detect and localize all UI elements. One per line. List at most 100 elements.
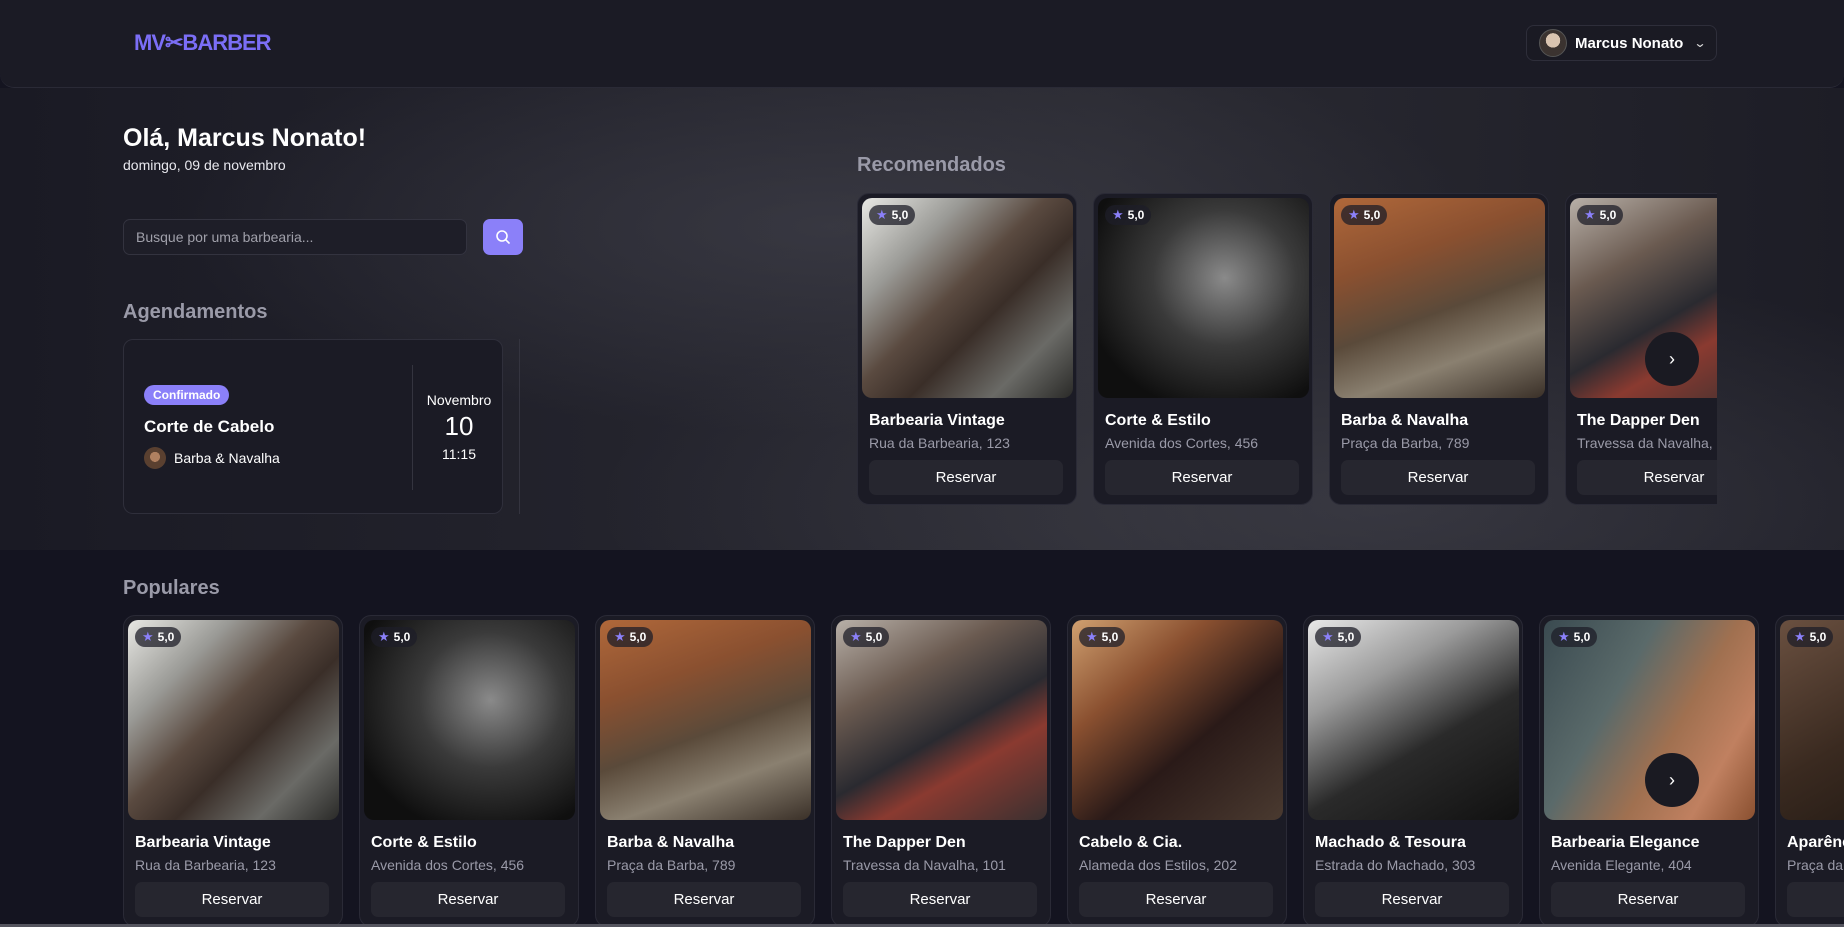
chevron-down-icon: ⌄ [1693, 36, 1707, 50]
popular-section-title: Populares [123, 577, 220, 599]
rating-badge: ★ 5,0 [1577, 205, 1624, 225]
barbershop-card[interactable]: ★ 5,0 Barbearia Vintage Rua da Barbearia,… [123, 615, 343, 927]
barbershop-address: Estrada do Machado, 303 [1315, 857, 1476, 873]
divider [412, 365, 413, 490]
barbershop-photo [1780, 620, 1844, 820]
rating-value: 5,0 [1101, 630, 1119, 644]
barbershop-photo [364, 620, 575, 820]
reserve-button[interactable]: Reservar [1315, 882, 1509, 917]
barbershop-photo [1334, 198, 1545, 398]
user-avatar [1539, 29, 1567, 57]
barbershop-name: Corte & Estilo [1105, 412, 1211, 429]
carousel-next-button[interactable]: › [1645, 753, 1699, 807]
rating-value: 5,0 [393, 630, 411, 644]
barbershop-photo [836, 620, 1047, 820]
barbershop-card[interactable]: ★5,0 Aparência Impecável Praça da Aparên… [1775, 615, 1844, 927]
barbershop-card[interactable]: ★ 5,0 Corte & Estilo Avenida dos Cortes, … [1093, 193, 1313, 505]
status-badge: Confirmado [144, 385, 230, 405]
star-icon: ★ [1584, 207, 1596, 222]
rating-value: 5,0 [157, 630, 175, 644]
star-icon: ★ [378, 629, 390, 644]
barbershop-address: Travessa da Navalha, 101 [1577, 435, 1717, 451]
rating-badge: ★ 5,0 [607, 627, 654, 647]
recommended-section-title: Recomendados [857, 154, 1006, 176]
reserve-button[interactable]: Reservar [843, 882, 1037, 917]
rating-value: 5,0 [1337, 630, 1355, 644]
booking-month: Novembro [426, 392, 492, 408]
barbershop-card[interactable]: ★ 5,0 Barbearia Vintage Rua da Barbearia,… [857, 193, 1077, 505]
booking-card[interactable]: Confirmado Corte de Cabelo Barba & Naval… [123, 339, 503, 514]
rating-badge: ★ 5,0 [1079, 627, 1126, 647]
barbershop-card[interactable]: ★ 5,0 The Dapper Den Travessa da Navalha,… [831, 615, 1051, 927]
rating-badge: ★ 5,0 [1787, 627, 1834, 647]
reserve-button[interactable]: Reservar [1787, 882, 1844, 917]
search-icon [496, 230, 510, 244]
reserve-button[interactable]: Reservar [1105, 460, 1299, 495]
barbershop-card[interactable]: ★ 5,0 Barba & Navalha Praça da Barba, 789… [595, 615, 815, 927]
barbershop-photo [128, 620, 339, 820]
chevron-right-icon: › [1669, 348, 1675, 369]
barbershop-name: Machado & Tesoura [1315, 834, 1466, 851]
barbershop-card[interactable]: ★ 5,0 Machado & Tesoura Estrada do Machad… [1303, 615, 1523, 927]
reserve-button[interactable]: Reservar [371, 882, 565, 917]
barbershop-address: Alameda dos Estilos, 202 [1079, 857, 1237, 873]
barbershop-address: Rua da Barbearia, 123 [869, 435, 1010, 451]
rating-value: 5,0 [1573, 630, 1591, 644]
reserve-button[interactable]: Reservar [1079, 882, 1273, 917]
reserve-button[interactable]: Reservar [1577, 460, 1717, 495]
barbershop-address: Praça da Barba, 789 [1341, 435, 1470, 451]
barbershop-name: Barba & Navalha [1341, 412, 1469, 429]
barbershop-name: Barbearia Vintage [135, 834, 271, 851]
barbershop-photo [1072, 620, 1283, 820]
star-icon: ★ [614, 629, 626, 644]
booking-shop: Barba & Navalha [144, 447, 280, 469]
rating-value: 5,0 [1809, 630, 1827, 644]
barbershop-card[interactable]: ★ 5,0 Cabelo & Cia. Alameda dos Estilos, … [1067, 615, 1287, 927]
reserve-button[interactable]: Reservar [607, 882, 801, 917]
greeting-title: Olá, Marcus Nonato! [123, 124, 367, 152]
booking-service: Corte de Cabelo [144, 417, 275, 436]
search-button[interactable] [483, 219, 523, 255]
user-name: Marcus Nonato [1575, 34, 1684, 52]
shop-avatar [144, 447, 166, 469]
star-icon: ★ [1348, 207, 1360, 222]
recommended-carousel[interactable]: ★ 5,0 Barbearia Vintage Rua da Barbearia,… [857, 190, 1717, 512]
rating-badge: ★ 5,0 [1105, 205, 1152, 225]
rating-value: 5,0 [629, 630, 647, 644]
chevron-right-icon: › [1669, 769, 1675, 790]
booking-shop-name: Barba & Navalha [174, 450, 280, 466]
rating-badge: ★ 5,0 [843, 627, 890, 647]
booking-day: 10 [444, 411, 474, 441]
barbershop-name: Barba & Navalha [607, 834, 735, 851]
rating-value: 5,0 [891, 208, 909, 222]
carousel-next-button[interactable]: › [1645, 332, 1699, 386]
top-header: MV✂BARBER Marcus Nonato ⌄ [0, 0, 1844, 88]
booking-time: 11:15 [442, 446, 476, 462]
reserve-button[interactable]: Reservar [135, 882, 329, 917]
popular-carousel[interactable]: ★ 5,0 Barbearia Vintage Rua da Barbearia,… [123, 613, 1844, 927]
user-menu-button[interactable]: Marcus Nonato ⌄ [1526, 25, 1717, 61]
barbershop-photo [600, 620, 811, 820]
rating-badge: ★ 5,0 [869, 205, 916, 225]
star-icon: ★ [1558, 629, 1570, 644]
barbershop-photo [1098, 198, 1309, 398]
star-icon: ★ [876, 207, 888, 222]
star-icon: ★ [1112, 207, 1124, 222]
barbershop-address: Rua da Barbearia, 123 [135, 857, 276, 873]
barbershop-card[interactable]: ★ 5,0 Barba & Navalha Praça da Barba, 789… [1329, 193, 1549, 505]
reserve-button[interactable]: Reservar [1341, 460, 1535, 495]
rating-badge: ★ 5,0 [371, 627, 418, 647]
reserve-button[interactable]: Reservar [1551, 882, 1745, 917]
reserve-button[interactable]: Reservar [869, 460, 1063, 495]
rating-badge: ★ 5,0 [1341, 205, 1388, 225]
barbershop-name: The Dapper Den [1577, 412, 1700, 429]
search-input[interactable] [123, 219, 467, 255]
star-icon: ★ [1794, 629, 1806, 644]
star-icon: ★ [1086, 629, 1098, 644]
barbershop-photo [1308, 620, 1519, 820]
star-icon: ★ [1322, 629, 1334, 644]
bookings-section-title: Agendamentos [123, 301, 268, 323]
barbershop-card[interactable]: ★ 5,0 Corte & Estilo Avenida dos Cortes, … [359, 615, 579, 927]
star-icon: ★ [850, 629, 862, 644]
logo[interactable]: MV✂BARBER [134, 30, 272, 56]
